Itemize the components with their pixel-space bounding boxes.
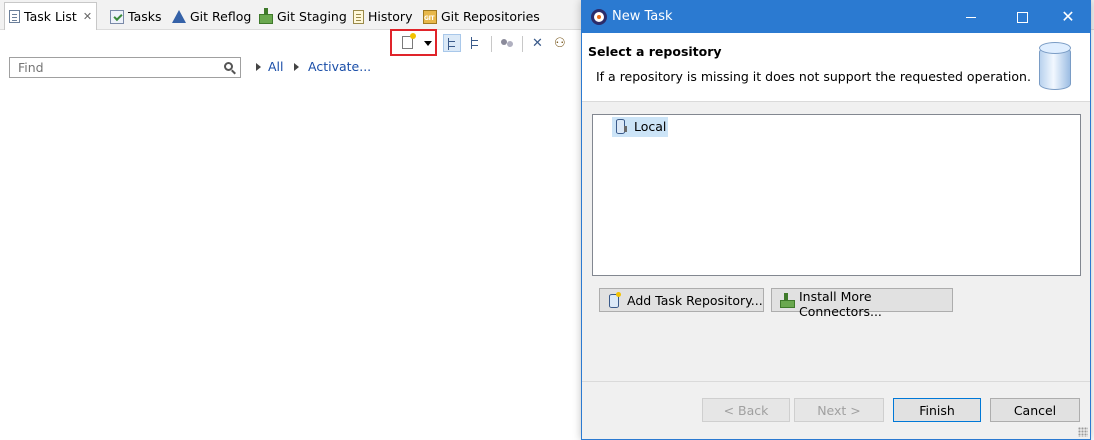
maximize-button[interactable] [999,1,1045,33]
tab-label: Tasks [128,9,162,24]
next-button[interactable]: Next > [794,398,884,422]
find-field[interactable] [9,57,241,78]
cross-icon: ✕ [532,36,543,51]
git-reflog-icon [172,9,186,23]
close-button[interactable]: ✕ [1045,1,1091,33]
git-staging-icon [259,7,273,24]
task-list-icon [9,10,20,23]
new-task-dialog: New Task ✕ Select a repository If a repo… [581,0,1091,440]
local-repository-icon [616,119,627,134]
repository-item-local[interactable]: Local [612,117,669,137]
tab-label: Git Reflog [190,9,252,24]
dialog-message: If a repository is missing it does not s… [596,69,1031,84]
tab-label: Git Repositories [441,9,540,24]
button-label: Add Task Repository... [627,292,763,308]
toolbar-separator [522,36,523,52]
people-filter-button[interactable]: ⚇ [551,34,569,52]
tasks-icon [110,9,124,24]
eclipse-icon [591,9,607,25]
close-icon[interactable]: ✕ [83,10,92,23]
tab-tasks[interactable]: Tasks [106,3,166,30]
all-link[interactable]: All [268,59,284,74]
toolbar-separator [491,36,492,52]
chevron-right-icon [294,63,299,71]
dialog-titlebar[interactable]: New Task ✕ [582,1,1090,33]
dialog-heading: Select a repository [588,44,722,59]
tree-icon [471,37,481,49]
tab-git-staging[interactable]: Git Staging [255,3,351,30]
dialog-title: New Task [612,9,673,24]
new-task-icon [402,33,416,49]
history-icon [353,9,364,24]
tree-icon [448,38,458,50]
tab-history[interactable]: History [349,3,416,30]
scheduled-view-button[interactable] [467,34,485,52]
new-task-dropdown-button[interactable] [390,29,437,56]
repository-label: Local [634,119,667,134]
button-label: Install More Connectors... [799,289,882,319]
collapse-button[interactable]: ✕ [529,34,547,52]
activate-link[interactable]: Activate... [308,59,371,74]
people-icon: ⚇ [554,36,566,51]
focus-icon [501,39,507,45]
repository-tree[interactable]: Local [592,114,1081,276]
categorized-view-button[interactable] [443,34,461,52]
chevron-right-icon [256,63,261,71]
tab-label: Git Staging [277,9,347,24]
git-repositories-icon [423,9,437,24]
add-repository-icon [608,292,621,308]
minimize-button[interactable] [948,1,994,33]
view-toolbar: ✕ ⚇ [388,29,588,56]
add-task-repository-button[interactable]: Add Task Repository... [599,288,764,312]
search-input[interactable] [18,60,216,75]
cancel-button[interactable]: Cancel [990,398,1080,422]
install-connectors-button[interactable]: Install More Connectors... [771,288,953,319]
tab-label: History [368,9,413,24]
repository-banner-icon [1034,39,1076,95]
tab-git-reflog[interactable]: Git Reflog [168,3,255,30]
chevron-down-icon[interactable] [424,41,432,46]
dialog-header: Select a repository If a repository is m… [582,33,1090,102]
tab-label: Task List [24,9,77,24]
focus-button[interactable] [498,34,516,52]
search-icon[interactable] [224,62,233,71]
tab-git-repositories[interactable]: Git Repositories [419,3,544,30]
resize-grip[interactable] [1078,427,1088,437]
divider [582,381,1090,382]
finish-button[interactable]: Finish [893,398,981,422]
install-icon [780,293,795,308]
back-button[interactable]: < Back [702,398,790,422]
tab-task-list[interactable]: Task List ✕ [4,2,98,30]
